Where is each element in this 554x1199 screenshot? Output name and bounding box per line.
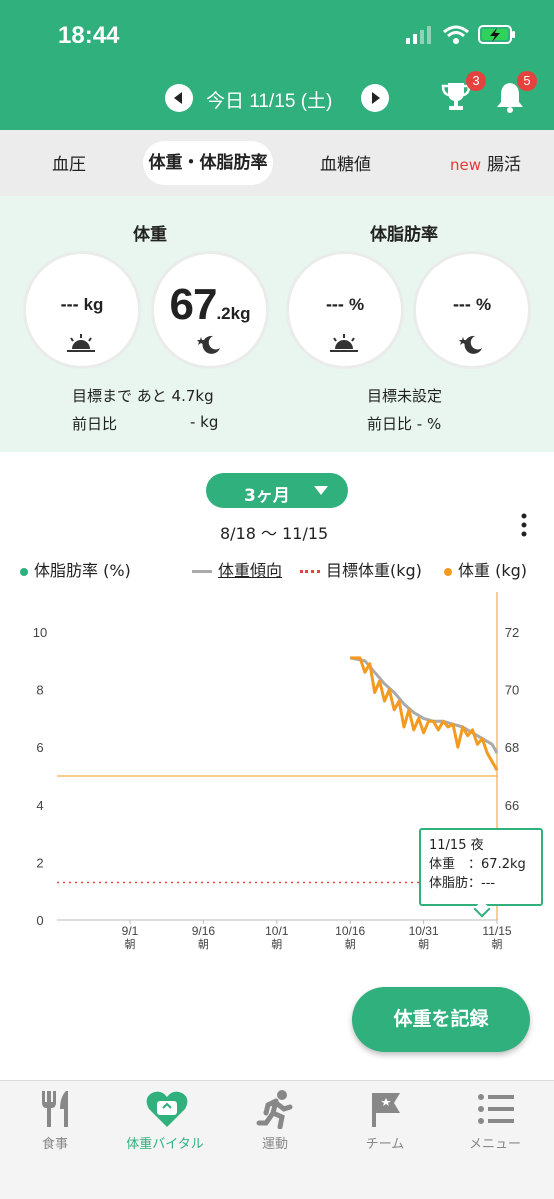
battery-icon [478, 25, 515, 44]
legend-trend[interactable]: 体重傾向 [192, 557, 282, 581]
x-tick-label: 10/16 [335, 924, 365, 938]
right-tick-label: 70 [505, 683, 519, 698]
x-tick-sub-label: 朝 [345, 938, 356, 951]
nav-meal[interactable]: 食事 [0, 1081, 110, 1161]
sunrise-icon [67, 334, 95, 352]
tab-blood-sugar[interactable]: 血糖値 [320, 150, 371, 175]
x-tick-label: 9/1 [122, 924, 139, 938]
nav-menu[interactable]: メニュー [440, 1081, 550, 1161]
weight-title: 体重 [133, 225, 167, 245]
x-tick-label: 9/16 [192, 924, 216, 938]
nav-weight-vital[interactable]: 体重バイタル [110, 1081, 220, 1161]
x-tick-label: 10/31 [409, 924, 439, 938]
evening-weight-value: 67.2kg [169, 280, 251, 329]
record-weight-button[interactable]: 体重を記録 [352, 987, 530, 1052]
left-tick-label: 0 [36, 913, 43, 928]
evening-weight-card[interactable]: 67.2kg [154, 254, 266, 366]
bottom-nav: 食事 体重バイタル 運動 チーム メニュー [0, 1080, 554, 1199]
flag-icon [372, 1093, 400, 1127]
tooltip-weight: 体重 ：67.2kg [429, 857, 526, 872]
trophy-button[interactable]: 3 [440, 71, 486, 118]
right-tick-label: 68 [505, 740, 519, 755]
moon-icon [459, 335, 482, 354]
trend-line-swatch [192, 570, 212, 573]
left-tick-label: 8 [36, 683, 43, 698]
sunrise-icon [330, 334, 358, 352]
more-options-icon[interactable] [519, 512, 529, 538]
tab-weight-bodyfat[interactable]: 体重・体脂肪率 [143, 141, 273, 185]
category-tabs: 血圧 体重・体脂肪率 血糖値 new 腸活 [0, 130, 554, 196]
prev-day-button[interactable] [165, 84, 193, 112]
weight-diff-value: - kg [190, 413, 219, 431]
heart-scale-icon [146, 1091, 188, 1127]
chevron-right-icon [372, 92, 380, 104]
summary-panel: 体重 体脂肪率 --- kg 67.2kg --- % --- % 目標まで あ… [0, 196, 554, 452]
left-tick-label: 10 [33, 625, 47, 640]
left-tick-label: 6 [36, 740, 43, 755]
morning-weight-value: --- kg [60, 294, 104, 314]
bodyfat-diff: 前日比 - % [367, 415, 442, 433]
x-tick-sub-label: 朝 [125, 938, 136, 951]
right-tick-label: 66 [505, 798, 519, 813]
left-tick-label: 2 [36, 855, 43, 870]
legend-target: 目標体重(kg) [300, 557, 422, 581]
x-tick-sub-label: 朝 [198, 938, 209, 951]
evening-bodyfat-value: --- % [452, 294, 492, 314]
weight-chart[interactable]: 0246810666870729/1朝9/16朝10/1朝10/16朝10/31… [0, 590, 554, 970]
tab-gut[interactable]: new 腸活 [450, 150, 521, 175]
current-date[interactable]: 今日 11/15 (土) [206, 86, 332, 113]
legend-weight: 体重 (kg) [444, 557, 527, 581]
tooltip-bodyfat: 体脂肪：--- [429, 876, 496, 891]
moon-icon [197, 335, 220, 354]
morning-bodyfat-card[interactable]: --- % [289, 254, 401, 366]
trophy-badge: 3 [466, 71, 486, 91]
nav-exercise[interactable]: 運動 [220, 1081, 330, 1161]
x-tick-label: 11/15 [482, 924, 511, 938]
bodyfat-title: 体脂肪率 [370, 225, 438, 245]
evening-bodyfat-card[interactable]: --- % [416, 254, 528, 366]
chart-period: 8/18 〜 11/15 [220, 524, 329, 543]
weight-dot [444, 567, 452, 576]
range-selector[interactable]: 3ヶ月 [206, 473, 348, 508]
right-tick-label: 72 [505, 625, 519, 640]
nav-team[interactable]: チーム [330, 1081, 440, 1161]
weight-diff-label: 前日比 [72, 415, 118, 433]
wifi-icon [443, 25, 469, 44]
notification-button[interactable]: 5 [494, 71, 537, 118]
x-tick-label: 10/1 [265, 924, 289, 938]
x-tick-sub-label: 朝 [492, 938, 503, 951]
x-tick-sub-label: 朝 [418, 938, 429, 951]
caret-down-icon [314, 486, 328, 495]
range-label: 3ヶ月 [244, 486, 290, 506]
tab-gut-label: 腸活 [487, 155, 522, 175]
runner-icon [256, 1090, 293, 1129]
app-header: 18:44 今日 11/15 (土) 3 5 [0, 0, 554, 130]
next-day-button[interactable] [361, 84, 389, 112]
tooltip-title: 11/15 夜 [429, 838, 484, 853]
chart-tooltip: 11/15 夜 体重 ：67.2kg 体脂肪：--- [419, 828, 543, 906]
left-tick-label: 4 [36, 798, 43, 813]
chevron-left-icon [174, 92, 182, 104]
bodyfat-goal: 目標未設定 [367, 387, 443, 405]
new-label: new [450, 156, 482, 174]
status-time: 18:44 [58, 22, 120, 49]
signal-icon [406, 26, 431, 44]
weight-series-line [350, 656, 499, 771]
morning-bodyfat-value: --- % [325, 294, 365, 314]
menu-list-icon [478, 1094, 514, 1124]
notification-badge: 5 [517, 71, 537, 91]
goal-remaining: 目標まで あと 4.7kg [72, 387, 214, 405]
bodyfat-dot [20, 567, 28, 576]
tab-blood-pressure[interactable]: 血圧 [52, 150, 86, 175]
fork-knife-icon [42, 1091, 68, 1127]
morning-weight-card[interactable]: --- kg [26, 254, 138, 366]
x-tick-sub-label: 朝 [271, 938, 282, 951]
legend-bodyfat: 体脂肪率 (%) [20, 557, 131, 581]
target-line-swatch [300, 570, 320, 573]
